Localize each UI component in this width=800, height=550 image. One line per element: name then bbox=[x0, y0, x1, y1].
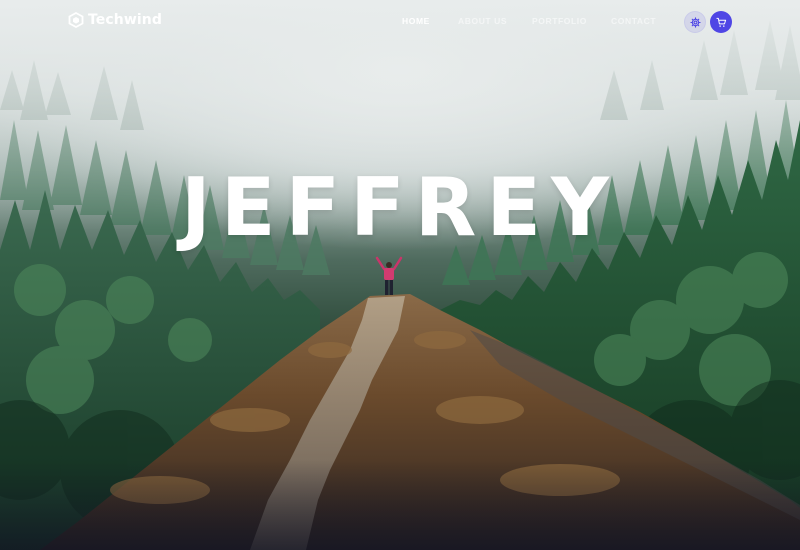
gear-icon bbox=[689, 16, 701, 28]
hero-title: JEFFREY bbox=[181, 161, 619, 254]
nav-home[interactable]: HOME bbox=[402, 16, 430, 26]
nav-portfolio[interactable]: PORTFOLIO bbox=[532, 16, 587, 26]
cart-button[interactable] bbox=[710, 11, 732, 33]
brand-logo[interactable]: Techwind bbox=[68, 12, 162, 28]
nav-contact[interactable]: CONTACT bbox=[611, 16, 656, 26]
bottom-gradient-overlay bbox=[0, 460, 800, 550]
hiker-figure bbox=[375, 256, 403, 295]
settings-button[interactable] bbox=[684, 11, 706, 33]
hero-section: JEFFREY Techwind HOME ABOUT US PORTFOLIO… bbox=[0, 0, 800, 550]
shopping-cart-icon bbox=[715, 17, 726, 27]
brand-name: Techwind bbox=[88, 12, 162, 28]
hexagon-logo-icon bbox=[68, 12, 84, 28]
nav-about-us[interactable]: ABOUT US bbox=[458, 16, 507, 26]
top-navbar: Techwind HOME ABOUT US PORTFOLIO CONTACT bbox=[0, 0, 800, 44]
